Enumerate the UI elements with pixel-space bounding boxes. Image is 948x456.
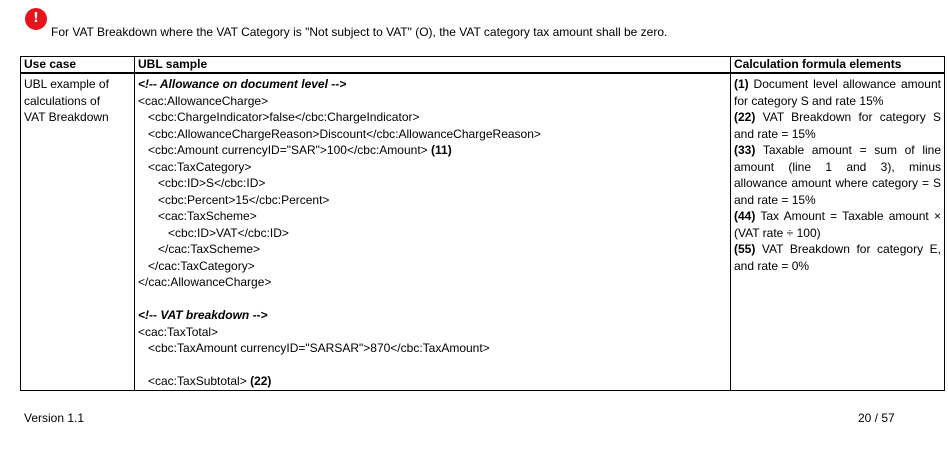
formula-cell: (1) Document level allowance amount for … — [730, 72, 945, 391]
formula-reference: (33) — [734, 143, 756, 157]
code-line: </cac:TaxScheme> — [138, 241, 727, 258]
code-line: </cac:TaxCategory> — [138, 258, 727, 275]
code-line: <cac:TaxScheme> — [138, 208, 727, 225]
code-text: <cac:TaxTotal> — [138, 324, 219, 339]
code-line: <cac:AllowanceCharge> — [138, 93, 727, 110]
formula-item: (1) Document level allowance amount for … — [734, 76, 941, 109]
code-line: <cac:TaxSubtotal> (22) — [138, 373, 727, 390]
table-row: UBL example of calculations of VAT Break… — [20, 72, 945, 391]
formula-text: VAT Breakdown for category S and rate = … — [734, 110, 941, 141]
code-text: </cac:TaxCategory> — [138, 258, 255, 273]
formula-reference: (55) — [734, 242, 756, 256]
use-case-line: UBL example of — [24, 77, 109, 91]
code-text: <!-- Allowance on document level --> — [138, 77, 347, 91]
code-text: <cac:TaxScheme> — [138, 209, 257, 223]
footer-version: Version 1.1 — [24, 411, 85, 425]
code-comment-line: <!-- VAT breakdown --> — [138, 307, 727, 324]
code-text: <!-- VAT breakdown --> — [138, 308, 268, 322]
code-text: <cac:TaxCategory> — [138, 159, 252, 174]
code-text: <cbc:Amount currencyID="SAR">100</cbc:Am… — [138, 143, 428, 157]
code-text: </cac:AllowanceCharge> — [138, 275, 272, 289]
code-line: <cbc:ChargeIndicator>false</cbc:ChargeIn… — [138, 109, 727, 126]
header-ubl-sample: UBL sample — [134, 56, 731, 74]
formula-text: Document level allowance amount for cate… — [734, 77, 941, 108]
footer-page-number: 20 / 57 — [858, 411, 895, 425]
formula-text: Taxable amount = sum of line amount (lin… — [734, 143, 941, 207]
formula-item: (55) VAT Breakdown for category E, and r… — [734, 241, 941, 274]
header-formula-elements: Calculation formula elements — [730, 56, 945, 74]
rule-text: For VAT Breakdown where the VAT Category… — [51, 25, 668, 39]
use-case-line: calculations of — [24, 93, 101, 108]
code-text: <cbc:ID>VAT</cbc:ID> — [138, 225, 289, 240]
code-line: <cbc:TaxAmount currencyID="SARSAR">870</… — [138, 340, 727, 357]
formula-reference: (1) — [734, 77, 749, 91]
code-text: <cbc:AllowanceChargeReason>Discount</cbc… — [138, 126, 541, 141]
code-comment-line: <!-- Allowance on document level --> — [138, 76, 727, 93]
code-line: <cbc:ID>S</cbc:ID> — [138, 175, 727, 192]
use-case-line: VAT Breakdown — [24, 110, 109, 124]
code-text: <cbc:TaxAmount currencyID="SARSAR">870</… — [138, 341, 490, 355]
code-text: </cac:TaxScheme> — [138, 242, 261, 256]
code-text: <cac:AllowanceCharge> — [138, 93, 269, 108]
code-line: <cbc:Percent>15</cbc:Percent> — [138, 192, 727, 209]
code-text: <cac:TaxSubtotal> — [138, 374, 247, 388]
code-line: <cac:TaxTotal> — [138, 324, 727, 341]
formula-reference: (44) — [734, 209, 756, 223]
ubl-example-table: Use case UBL sample Calculation formula … — [20, 56, 945, 391]
code-text: <cbc:ChargeIndicator>false</cbc:ChargeIn… — [138, 110, 420, 124]
code-line: <cac:TaxCategory> — [138, 159, 727, 176]
header-use-case: Use case — [20, 56, 135, 74]
code-reference: (11) — [427, 143, 452, 157]
use-case-cell: UBL example of calculations of VAT Break… — [20, 72, 135, 391]
code-line: </cac:AllowanceCharge> — [138, 274, 727, 291]
formula-reference: (22) — [734, 110, 756, 124]
formula-item: (22) VAT Breakdown for category S and ra… — [734, 109, 941, 142]
formula-text: VAT Breakdown for category E, and rate =… — [734, 242, 941, 273]
exclamation-icon: ! — [25, 8, 47, 30]
code-reference: (22) — [246, 374, 272, 388]
formula-item: (33) Taxable amount = sum of line amount… — [734, 142, 941, 208]
code-line: <cbc:AllowanceChargeReason>Discount</cbc… — [138, 126, 727, 143]
code-line: <cbc:ID>VAT</cbc:ID> — [138, 225, 727, 242]
code-line: <cbc:Amount currencyID="SAR">100</cbc:Am… — [138, 142, 727, 159]
ubl-sample-cell: <!-- Allowance on document level --> <cac… — [134, 72, 731, 391]
formula-text: Tax Amount = Taxable amount × (VAT rate … — [734, 209, 941, 240]
code-text: <cbc:Percent>15</cbc:Percent> — [138, 192, 330, 207]
code-text: <cbc:ID>S</cbc:ID> — [138, 176, 266, 190]
table-header-row: Use case UBL sample Calculation formula … — [20, 56, 945, 74]
formula-item: (44) Tax Amount = Taxable amount × (VAT … — [734, 208, 941, 241]
